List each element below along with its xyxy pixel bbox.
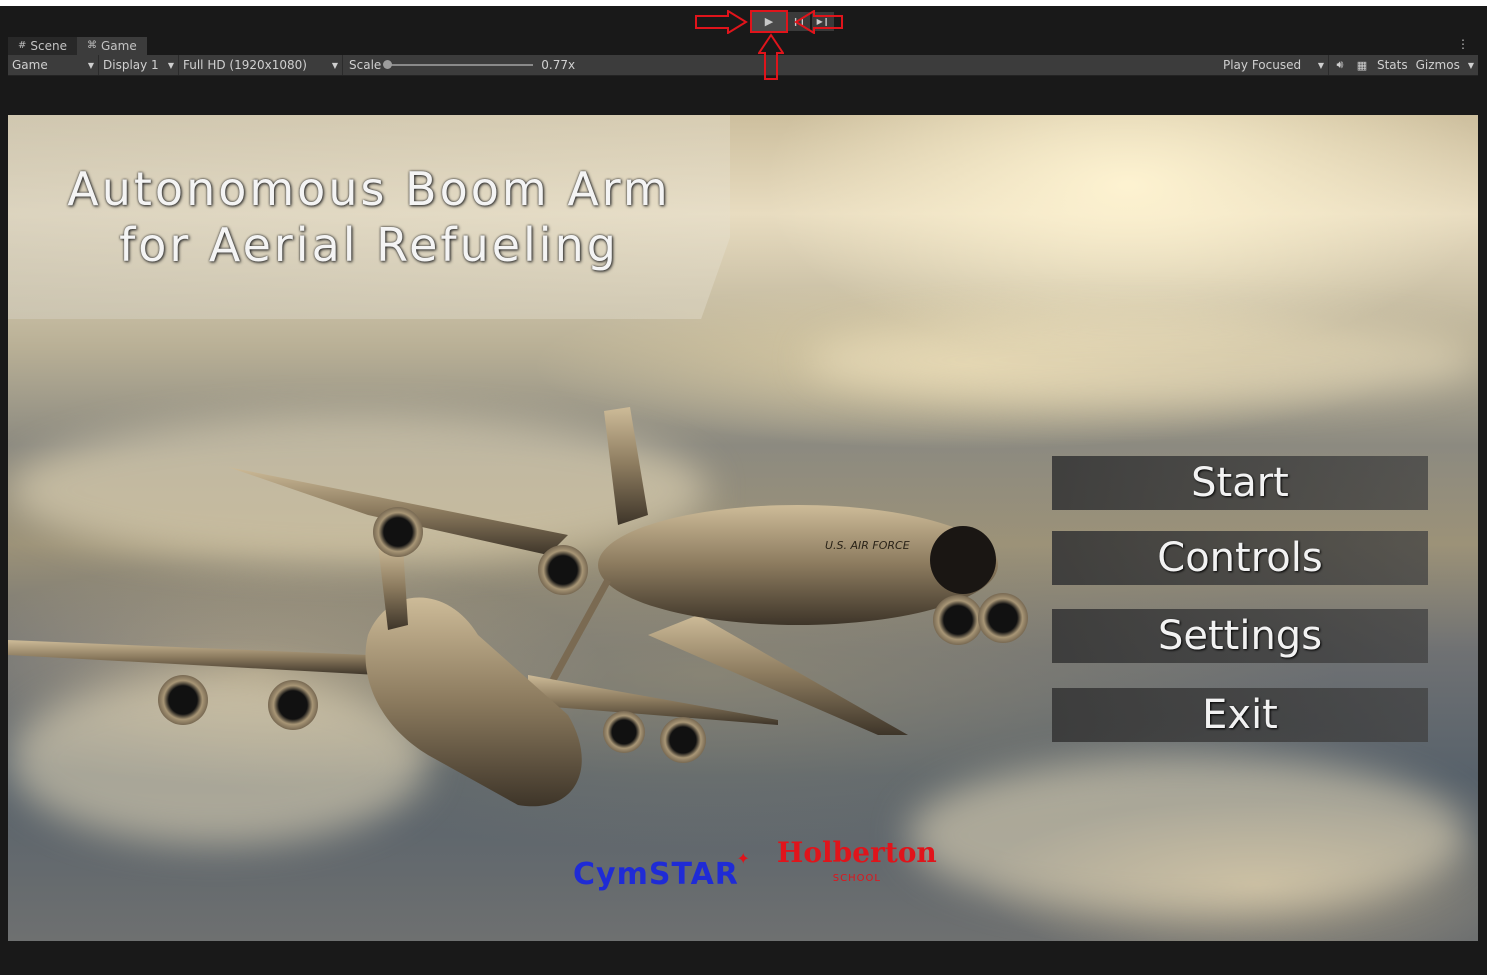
aircraft-marking: U.S. AIR FORCE <box>825 539 910 552</box>
chevron-down-icon: ▼ <box>1467 60 1474 70</box>
engine <box>933 595 983 645</box>
holberton-logo: Holberton SCHOOL <box>777 839 937 892</box>
tab-scene-label: Scene <box>30 39 67 53</box>
controls-button[interactable]: Controls <box>1052 531 1428 585</box>
tanker-nose <box>930 526 996 594</box>
scale-value: 0.77x <box>541 58 576 72</box>
engine <box>373 507 423 557</box>
keyboard-toggle[interactable]: ▦ <box>1351 55 1373 75</box>
scale-label: Scale <box>349 58 382 72</box>
gizmos-button[interactable]: Gizmos <box>1412 55 1464 75</box>
game-view-toolbar: Game ▼ Display 1 ▼ Full HD (1920x1080) ▼ Sc… <box>8 55 1478 76</box>
play-button[interactable]: ▶ <box>750 10 788 33</box>
cymstar-logo-text: CymSTAR <box>573 857 739 892</box>
engine <box>603 711 645 753</box>
stats-label: Stats <box>1376 58 1408 72</box>
scale-slider[interactable] <box>383 60 534 69</box>
annotation-arrow-left-icon <box>794 10 843 34</box>
start-button[interactable]: Start <box>1052 456 1428 510</box>
engine <box>978 593 1028 643</box>
sponsor-logos: CymSTAR ✦ Holberton SCHOOL <box>573 839 937 893</box>
annotation-arrow-right-icon <box>695 10 748 34</box>
keyboard-icon: ▦ <box>1356 58 1368 72</box>
play-mode-label: Play Focused <box>1222 58 1302 72</box>
chevron-down-icon: ▼ <box>1317 60 1324 70</box>
cargo-wing <box>8 640 378 675</box>
view-tabs: # Scene ⌘ Game <box>8 37 147 55</box>
engine <box>660 717 706 763</box>
tanker-tail <box>604 407 648 525</box>
play-icon: ▶ <box>764 15 774 28</box>
engine <box>538 545 588 595</box>
chevron-down-icon: ▼ <box>87 60 94 70</box>
scale-slider-thumb[interactable] <box>383 60 393 69</box>
resolution-dropdown[interactable]: Full HD (1920x1080) ▼ <box>179 55 343 75</box>
chevron-down-icon: ▼ <box>331 60 338 70</box>
holberton-logo-sub: SCHOOL <box>832 873 881 884</box>
game-viewport[interactable]: U.S. AIR FORCE Autonomous Boom Arm for A… <box>8 115 1478 941</box>
speaker-icon: 🔊︎ <box>1336 58 1344 71</box>
tab-scene[interactable]: # Scene <box>8 37 77 55</box>
toolbar-right: Play Focused ▼ 🔊︎ ▦ Stats Gizmos ▼ <box>1219 55 1478 75</box>
star-icon: ✦ <box>736 849 751 868</box>
refuel-boom <box>549 578 612 682</box>
scale-control: Scale 0.77x <box>343 55 579 75</box>
play-mode-dropdown[interactable]: Play Focused ▼ <box>1219 55 1329 75</box>
engine <box>268 680 318 730</box>
grid-icon: # <box>18 40 27 51</box>
settings-button[interactable]: Settings <box>1052 609 1428 663</box>
view-dropdown[interactable]: Game ▼ <box>8 55 99 75</box>
engine <box>158 675 208 725</box>
resolution-dropdown-label: Full HD (1920x1080) <box>183 58 307 72</box>
tab-game[interactable]: ⌘ Game <box>76 37 147 55</box>
holberton-logo-text: Holberton <box>776 836 937 869</box>
display-dropdown-label: Display 1 <box>103 58 159 72</box>
cargo-fuselage <box>365 597 582 807</box>
stats-button[interactable]: Stats <box>1373 55 1412 75</box>
chevron-down-icon: ▼ <box>167 60 174 70</box>
audio-toggle[interactable]: 🔊︎ <box>1329 55 1351 75</box>
unity-editor: ▶ ❙❙ ▶❙ # Scene ⌘ Game ⋮ Game ▼ Display 1 ▼ … <box>0 6 1487 975</box>
title-line-1: Autonomous Boom Arm <box>67 162 671 216</box>
gizmos-label: Gizmos <box>1415 58 1460 72</box>
display-dropdown[interactable]: Display 1 ▼ <box>99 55 179 75</box>
game-title: Autonomous Boom Arm for Aerial Refueling <box>8 161 730 273</box>
more-options-icon[interactable]: ⋮ <box>1457 37 1469 51</box>
gizmos-dropdown[interactable]: ▼ <box>1464 55 1478 75</box>
cymstar-logo: CymSTAR ✦ <box>573 849 750 892</box>
gamepad-icon: ⌘ <box>86 40 97 51</box>
annotation-arrow-up-icon <box>758 33 784 80</box>
tab-game-label: Game <box>100 39 137 53</box>
view-dropdown-label: Game <box>12 58 48 72</box>
title-line-2: for Aerial Refueling <box>119 218 619 272</box>
exit-button[interactable]: Exit <box>1052 688 1428 742</box>
